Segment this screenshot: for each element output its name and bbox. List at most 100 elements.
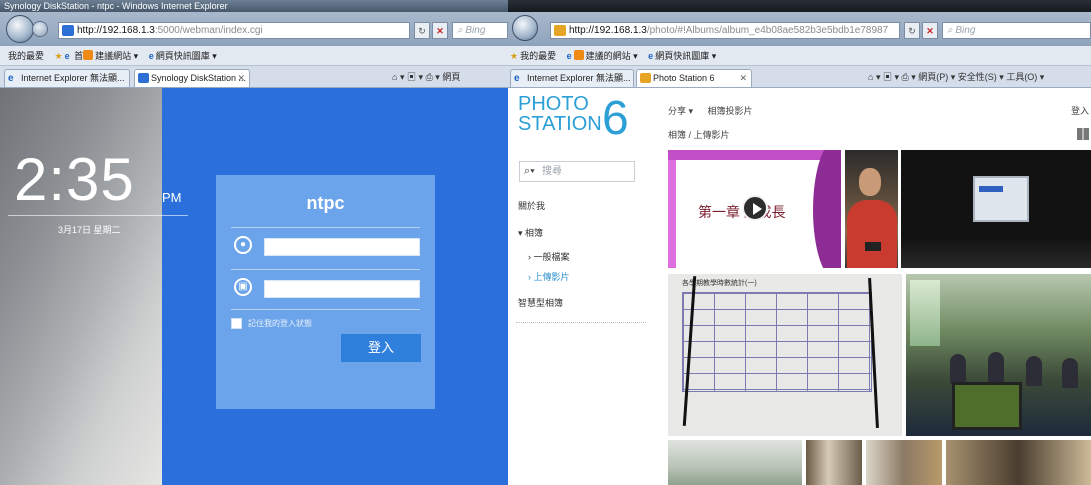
feeds-icon[interactable]: ▣ [883,72,892,82]
tab-ie-error[interactable]: e Internet Explorer 無法顯... [4,69,130,87]
photo-thumbnail[interactable] [946,440,1091,485]
suggested-sites-link[interactable]: e 建議的網站 ▾ [567,46,638,65]
web-slice-label: 網頁快訊圖庫 ▾ [655,51,717,61]
username-field[interactable] [264,238,420,256]
print-icon[interactable]: ⎙ [902,72,909,82]
cmd-page-menu[interactable]: 網頁 [442,72,460,82]
grid-view-icon[interactable] [1077,128,1089,140]
tab-diskstation[interactable]: Synology DiskStation ... ✕ [134,69,250,87]
web-slice-link[interactable]: e 網頁快訊圖庫 ▾ [648,46,717,65]
photo-content [847,200,897,268]
ie-icon: e [148,51,154,61]
home-icon[interactable]: ⌂ [868,72,873,82]
photo-station-favicon-icon [554,25,566,36]
share-menu[interactable]: 分享 ▾ [668,106,693,116]
cmd-page-menu[interactable]: 網頁(P) ▾ [918,72,955,82]
logo-photo-text: PHOTO [518,93,589,115]
divider [231,309,420,310]
sidebar-item-smart-albums[interactable]: 智慧型相簿 [518,296,563,309]
clock-divider [8,215,188,216]
photo-thumbnail[interactable] [806,440,862,485]
back-button[interactable] [512,15,538,41]
right-browser-window: http://192.168.1.3/photo/#!Albums/album_… [508,0,1091,485]
suggested-label: 建議的網站 ▾ [585,51,638,61]
stop-button[interactable]: ✕ [922,22,938,39]
video-thumbnail[interactable]: 第一章 的成長 [668,150,841,268]
tab-ie-error[interactable]: e Internet Explorer 無法顯... [510,69,634,87]
sidebar-item-general[interactable]: › 一般檔案 [528,250,570,263]
play-icon[interactable] [742,195,768,221]
dsm-favicon-icon [138,73,149,83]
password-field[interactable] [264,280,420,298]
photo-thumbnail[interactable] [845,150,898,268]
login-link[interactable]: 登入 [1071,104,1089,117]
lock-icon: ▣ [234,278,252,296]
url-field[interactable]: http://192.168.1.3:5000/webman/index.cgi [58,22,410,39]
forward-button[interactable] [32,21,48,37]
slide-decoration [813,150,841,268]
home-icon[interactable]: ⌂ [392,72,397,82]
photo-thumbnail[interactable] [866,440,942,485]
print-icon[interactable]: ⎙ [426,72,433,82]
refresh-button[interactable]: ↻ [904,22,920,39]
cmd-print-dropdown[interactable]: ▾ [435,72,440,82]
rss-icon [573,50,584,60]
sidebar-item-albums[interactable]: ▾ 相簿 [518,226,543,239]
photo-content [1026,356,1042,386]
cmd-feeds-dropdown[interactable]: ▾ [419,72,424,82]
dsm-login-page: 2:35 PM 3月17日 星期二 ntpc ● ▣ 記住我的登入狀態 登入 [0,88,508,485]
search-icon: ⌕▾ [524,165,535,177]
login-button[interactable]: 登入 [341,334,421,362]
sidebar-item-about[interactable]: 關於我 [518,199,545,212]
close-icon[interactable]: ✕ [237,70,245,87]
tab-bar: e Internet Explorer 無法顯... Synology Disk… [0,66,508,88]
refresh-button[interactable]: ↻ [414,22,430,39]
suggested-sites-link[interactable]: ★ e 首建議網站 ▾ [55,46,138,65]
search-placeholder: 搜尋 [542,166,562,177]
album-search-input[interactable]: ⌕▾ 搜尋 [519,161,635,182]
url-host: http://192.168.1.3 [77,25,155,36]
divider [231,269,420,270]
favorites-label: 我的最愛 [8,51,45,61]
tab-label: Synology DiskStation ... [151,73,247,83]
sidebar-item-uploaded-videos[interactable]: › 上傳影片 [528,270,570,283]
url-host: http://192.168.1.3 [569,25,647,36]
photo-station-logo[interactable]: PHOTO STATION 6 [518,93,629,143]
back-button[interactable] [6,15,34,43]
breadcrumb[interactable]: 相簿 / 上傳影片 [668,128,730,141]
feeds-icon[interactable]: ▣ [407,72,416,82]
close-icon[interactable]: ✕ [739,70,747,87]
left-browser-window: Synology DiskStation - ntpc - Windows In… [0,0,508,485]
search-input[interactable]: ⌕ Bing [452,22,508,39]
photo-thumbnail[interactable] [668,440,802,485]
slideshow-button[interactable]: 相簿投影片 [708,106,753,116]
favorites-link[interactable]: ★ 我的最愛 [510,46,556,65]
dsm-favicon-icon [62,25,74,36]
sidebar-divider [516,322,646,323]
window-title: Synology DiskStation - ntpc - Windows In… [0,0,508,12]
login-panel: ntpc ● ▣ 記住我的登入狀態 登入 [216,175,435,409]
tab-photo-station[interactable]: Photo Station 6 ✕ [636,69,752,87]
remember-checkbox[interactable] [231,318,242,329]
photo-thumbnail[interactable] [906,274,1091,436]
clock-ampm: PM [162,190,182,205]
address-bar: http://192.168.1.3:5000/webman/index.cgi… [0,12,508,46]
photo-content [901,238,1091,268]
stop-button[interactable]: ✕ [432,22,448,39]
cmd-safety-menu[interactable]: 安全性(S) ▾ [958,72,1004,82]
photo-content [859,168,881,196]
photo-thumbnail[interactable]: 各學期教學時數統計(一) [668,274,902,436]
url-field[interactable]: http://192.168.1.3/photo/#!Albums/album_… [550,22,900,39]
favorites-link[interactable]: 我的最愛 [8,46,45,65]
web-slice-link[interactable]: e 網頁快訊圖庫 ▾ [148,46,217,65]
album-toolbar: 分享 ▾ 相簿投影片 [668,104,765,117]
search-input[interactable]: ⌕ Bing [942,22,1091,39]
command-bar: ⌂ ▾ ▣ ▾ ⎙ ▾ 網頁(P) ▾ 安全性(S) ▾ 工具(O) ▾ [868,72,1045,82]
ie-icon: e [648,51,654,61]
cmd-home-dropdown[interactable]: ▾ [400,72,405,82]
divider [231,227,420,228]
photo-thumbnail[interactable] [901,150,1091,268]
clock-time: 2:35 [14,146,135,213]
cmd-tools-menu[interactable]: 工具(O) ▾ [1006,72,1044,82]
server-name: ntpc [306,193,345,213]
